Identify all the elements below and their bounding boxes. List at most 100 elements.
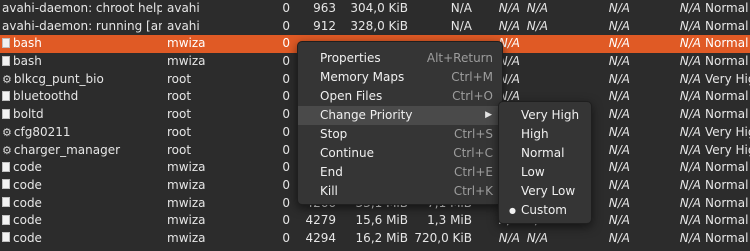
process-disk-read: N/A [450, 1, 472, 15]
priority-option-normal[interactable]: Normal [499, 144, 591, 163]
process-disk-write: N/A [498, 18, 520, 33]
menu-item-label: Properties [320, 51, 381, 65]
process-id: 912 [313, 18, 336, 33]
process-name-cell: avahi-daemon: chroot helper [2, 0, 162, 18]
priority-option-very-high[interactable]: Very High [499, 106, 591, 125]
priority-option-label: High [521, 127, 549, 141]
process-disk-col-5: N/A [608, 71, 630, 86]
menu-item-shortcut: Ctrl+K [453, 184, 493, 198]
process-disk-col-5: N/A [608, 54, 630, 69]
process-priority: Very High [705, 71, 750, 86]
process-cpu: 0 [282, 230, 290, 245]
process-cpu: 0 [282, 160, 290, 175]
change-priority-submenu: Very High High Normal Low Very Low ● Custom [498, 101, 592, 224]
process-user: root [167, 71, 192, 86]
process-priority: Normal [705, 195, 749, 210]
file-icon [2, 179, 10, 190]
file-icon [2, 214, 10, 225]
process-cpu: 0 [282, 71, 290, 86]
menu-item-memory-maps[interactable]: Memory Maps Ctrl+M [298, 68, 502, 87]
process-user: mwiza [167, 160, 206, 175]
process-disk-col-6: N/A [679, 160, 701, 175]
menu-item-label: Continue [320, 146, 374, 160]
context-menu: Properties Alt+Return Memory Maps Ctrl+M Ope… [297, 41, 503, 205]
priority-option-label: Custom [521, 203, 567, 217]
menu-item-end[interactable]: End Ctrl+E [298, 163, 502, 182]
process-row[interactable]: avahi-daemon: running [andiwa avahi 0 912 32… [0, 18, 750, 36]
process-disk-col-5: N/A [608, 107, 630, 122]
menu-item-stop[interactable]: Stop Ctrl+S [298, 125, 502, 144]
priority-option-label: Low [521, 165, 545, 179]
process-priority: Normal [705, 18, 749, 33]
file-icon [2, 108, 10, 119]
process-user: mwiza [167, 54, 206, 69]
process-id: 963 [313, 1, 336, 15]
process-disk-col-5: N/A [608, 89, 630, 104]
priority-option-custom[interactable]: ● Custom [499, 201, 591, 220]
process-row[interactable]: code mwiza 0 4294 16,2 MiB 720,0 KiB N/A N/A N/A… [0, 230, 750, 248]
menu-item-continue[interactable]: Continue Ctrl+C [298, 144, 502, 163]
process-name-cell: ⚙ blkcg_punt_bio [2, 71, 162, 89]
chevron-right-icon: ▶ [485, 110, 492, 120]
process-priority: Normal [705, 230, 749, 245]
menu-item-shortcut: Ctrl+S [453, 127, 493, 141]
process-name: code [13, 230, 42, 245]
process-disk-col-5: N/A [608, 142, 630, 157]
priority-option-high[interactable]: High [499, 125, 591, 144]
process-id: 4294 [305, 230, 336, 245]
process-name: bash [13, 54, 42, 69]
process-memory: 304,0 KiB [350, 1, 408, 15]
process-row[interactable]: avahi-daemon: chroot helper avahi 0 963 304,… [0, 0, 750, 18]
process-name-cell: bluetoothd [2, 88, 162, 106]
process-name-cell: code [2, 230, 162, 248]
menu-item-shortcut: Alt+Return [426, 51, 493, 65]
process-memory: 15,6 MiB [355, 213, 408, 228]
process-disk-total: N/A [526, 230, 548, 245]
menu-item-properties[interactable]: Properties Alt+Return [298, 49, 502, 68]
process-priority: Normal [705, 89, 749, 104]
process-priority: Normal [705, 36, 749, 51]
process-name: code [13, 195, 42, 210]
process-user: root [167, 89, 192, 104]
process-disk-col-5: N/A [608, 36, 630, 51]
process-name-cell: bash [2, 35, 162, 53]
process-priority: Normal [705, 54, 749, 69]
menu-item-label: Memory Maps [320, 70, 405, 84]
file-icon [2, 55, 10, 66]
process-id: 4279 [305, 213, 336, 228]
process-disk-col-5: N/A [608, 195, 630, 210]
menu-item-shortcut: Ctrl+C [453, 146, 493, 160]
process-disk-col-5: N/A [608, 177, 630, 192]
file-icon [2, 197, 10, 208]
menu-item-shortcut: Ctrl+O [452, 89, 493, 103]
menu-item-label: Open Files [320, 89, 383, 103]
process-name: avahi-daemon: running [andiwa [2, 18, 162, 33]
process-cpu: 0 [282, 54, 290, 69]
process-disk-write: N/A [498, 230, 520, 245]
process-disk-col-6: N/A [679, 18, 701, 33]
priority-option-very-low[interactable]: Very Low [499, 182, 591, 201]
gear-icon: ⚙ [2, 143, 12, 157]
process-disk-col-6: N/A [679, 54, 701, 69]
process-memory: 328,0 KiB [350, 18, 408, 33]
priority-option-low[interactable]: Low [499, 163, 591, 182]
process-name: blkcg_punt_bio [13, 71, 104, 86]
process-name-cell: bash [2, 53, 162, 71]
menu-item-open-files[interactable]: Open Files Ctrl+O [298, 87, 502, 106]
process-name-cell: code [2, 177, 162, 195]
file-icon [2, 161, 10, 172]
process-name: boltd [13, 107, 44, 122]
menu-item-kill[interactable]: Kill Ctrl+K [298, 182, 502, 201]
process-disk-col-6: N/A [679, 142, 701, 157]
priority-option-label: Normal [521, 146, 565, 160]
process-priority: Very High [705, 142, 750, 157]
process-name: bash [13, 36, 42, 51]
process-row[interactable]: codemwiza0427915,6 MiB1,3 MiBN/AN/AN/AN/… [0, 212, 750, 230]
process-name: charger_manager [13, 142, 121, 157]
menu-item-change-priority[interactable]: Change Priority ▶ [298, 106, 502, 125]
process-name: code [13, 213, 42, 228]
process-user: mwiza [167, 230, 206, 245]
menu-item-label: Kill [320, 184, 338, 198]
process-disk-total: N/A [526, 18, 548, 33]
file-icon [2, 90, 10, 101]
